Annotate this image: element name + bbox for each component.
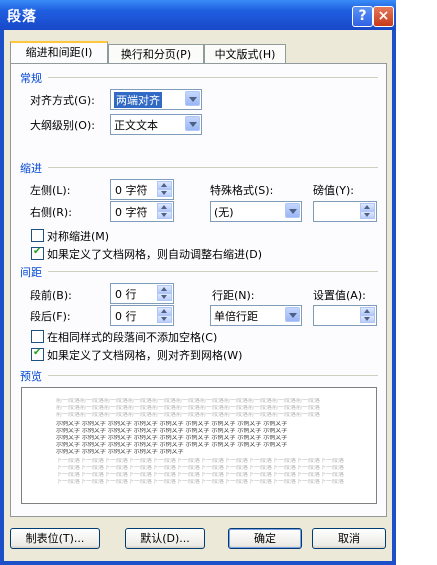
help-button[interactable]: ? (352, 6, 373, 27)
spacing-at-spinner[interactable] (313, 305, 377, 326)
spin-up-icon[interactable] (360, 203, 375, 211)
outline-level-label: 大纲级别(O): (30, 119, 95, 132)
chevron-down-icon[interactable] (285, 307, 300, 322)
preview-next-paragraph: 下一段落下一段落下一段落下一段落下一段落下一段落下一段落下一段落下一段落下一段落… (56, 479, 345, 485)
preview-next-paragraph: 下一段落下一段落下一段落下一段落下一段落下一段落下一段落下一段落下一段落下一段落… (56, 458, 345, 464)
cancel-button[interactable]: 取消 (312, 528, 386, 549)
line-spacing-select[interactable]: 单倍行距 (210, 305, 302, 326)
tabs-button[interactable]: 制表位(T)... (10, 528, 100, 549)
snap-to-grid-checkbox[interactable] (31, 347, 44, 361)
special-indent-label: 特殊格式(S): (210, 184, 274, 197)
section-spacing: 间距 (20, 266, 42, 279)
spin-down-icon[interactable] (157, 211, 172, 219)
spacing-after-spinner[interactable]: 0 行 (110, 305, 174, 326)
auto-adjust-right-indent-label[interactable]: 如果定义了文档网格，则自动调整右缩进(D) (47, 246, 262, 262)
mirror-indents-label[interactable]: 对称缩进(M) (47, 228, 109, 244)
spin-up-icon[interactable] (157, 203, 172, 211)
spacing-before-label: 段前(B): (30, 289, 72, 302)
outline-level-select[interactable]: 正文文本 (110, 114, 202, 135)
ok-button[interactable]: 确定 (228, 528, 302, 549)
spin-up-icon[interactable] (157, 181, 172, 189)
snap-to-grid-label[interactable]: 如果定义了文档网格，则对齐到网格(W) (47, 347, 242, 363)
preview-previous-paragraph: 前一段落前一段落前一段落前一段落前一段落前一段落前一段落前一段落前一段落前一段落… (56, 405, 321, 411)
alignment-label: 对齐方式(G): (30, 94, 95, 107)
preview-next-paragraph: 下一段落下一段落下一段落下一段落下一段落下一段落下一段落下一段落下一段落下一段落… (56, 472, 345, 478)
indent-left-value: 0 字符 (115, 184, 148, 197)
tab-line-page-breaks[interactable]: 换行和分页(P) (108, 44, 204, 64)
section-indentation: 缩进 (20, 162, 42, 175)
preview-sample-text: 示例文字 示例文字 示例文字 示例文字 示例文字 (56, 449, 184, 455)
spin-up-icon[interactable] (360, 307, 375, 315)
spin-down-icon[interactable] (360, 211, 375, 219)
default-button[interactable]: 默认(D)... (125, 528, 205, 549)
preview-previous-paragraph: 前一段落前一段落前一段落前一段落前一段落前一段落前一段落前一段落前一段落前一段落… (56, 412, 321, 418)
no-space-same-style-label[interactable]: 在相同样式的段落间不添加空格(C) (47, 329, 217, 345)
preview-box: 前一段落前一段落前一段落前一段落前一段落前一段落前一段落前一段落前一段落前一段落… (21, 387, 377, 504)
preview-previous-paragraph: 前一段落前一段落前一段落前一段落前一段落前一段落前一段落前一段落前一段落前一段落… (56, 398, 321, 404)
indent-right-label: 右侧(R): (30, 206, 72, 219)
spin-down-icon[interactable] (157, 189, 172, 197)
spacing-before-spinner[interactable]: 0 行 (110, 283, 174, 304)
spin-up-icon[interactable] (157, 307, 172, 315)
outline-level-value: 正文文本 (114, 119, 158, 132)
spin-down-icon[interactable] (157, 293, 172, 301)
spacing-at-label: 设置值(A): (313, 289, 366, 302)
chevron-down-icon[interactable] (185, 116, 200, 131)
indent-by-spinner[interactable] (313, 201, 377, 222)
tab-asian-typography[interactable]: 中文版式(H) (204, 44, 286, 64)
spacing-before-value: 0 行 (115, 288, 137, 301)
indent-by-label: 磅值(Y): (313, 184, 355, 197)
indent-left-label: 左侧(L): (30, 184, 71, 197)
chevron-down-icon[interactable] (185, 91, 200, 106)
line-spacing-label: 行距(N): (212, 289, 255, 302)
section-general: 常规 (20, 72, 42, 85)
preview-sample-text: 示例文字 示例文字 示例文字 示例文字 示例文字 示例文字 示例文字 示例文字 … (56, 428, 288, 434)
spin-up-icon[interactable] (157, 285, 172, 293)
divider (48, 271, 378, 272)
divider (48, 375, 378, 376)
indent-right-spinner[interactable]: 0 字符 (110, 201, 174, 222)
indent-right-value: 0 字符 (115, 206, 148, 219)
indent-left-spinner[interactable]: 0 字符 (110, 179, 174, 200)
preview-sample-text: 示例文字 示例文字 示例文字 示例文字 示例文字 示例文字 示例文字 示例文字 … (56, 442, 288, 448)
spin-down-icon[interactable] (157, 315, 172, 323)
special-indent-select[interactable]: (无) (210, 201, 302, 222)
alignment-select[interactable]: 两端对齐 (110, 89, 202, 110)
divider (48, 77, 378, 78)
divider (48, 167, 378, 168)
spacing-after-value: 0 行 (115, 310, 137, 323)
preview-next-paragraph: 下一段落下一段落下一段落下一段落下一段落下一段落下一段落下一段落下一段落下一段落… (56, 465, 345, 471)
dialog-title: 段落 (7, 9, 37, 25)
preview-sample-text: 示例文字 示例文字 示例文字 示例文字 示例文字 示例文字 示例文字 示例文字 … (56, 435, 288, 441)
chevron-down-icon[interactable] (285, 203, 300, 218)
line-spacing-value: 单倍行距 (214, 310, 258, 323)
mirror-indents-checkbox[interactable] (31, 229, 44, 242)
special-indent-value: (无) (214, 206, 234, 219)
close-button[interactable]: × (373, 6, 394, 27)
preview-sample-text: 示例文字 示例文字 示例文字 示例文字 示例文字 示例文字 示例文字 示例文字 … (56, 421, 288, 427)
section-preview: 预览 (20, 370, 42, 383)
no-space-same-style-checkbox[interactable] (31, 330, 44, 343)
spin-down-icon[interactable] (360, 315, 375, 323)
alignment-value: 两端对齐 (114, 92, 162, 108)
auto-adjust-right-indent-checkbox[interactable] (31, 246, 44, 260)
spacing-after-label: 段后(F): (30, 310, 71, 323)
title-bar[interactable] (0, 0, 396, 30)
